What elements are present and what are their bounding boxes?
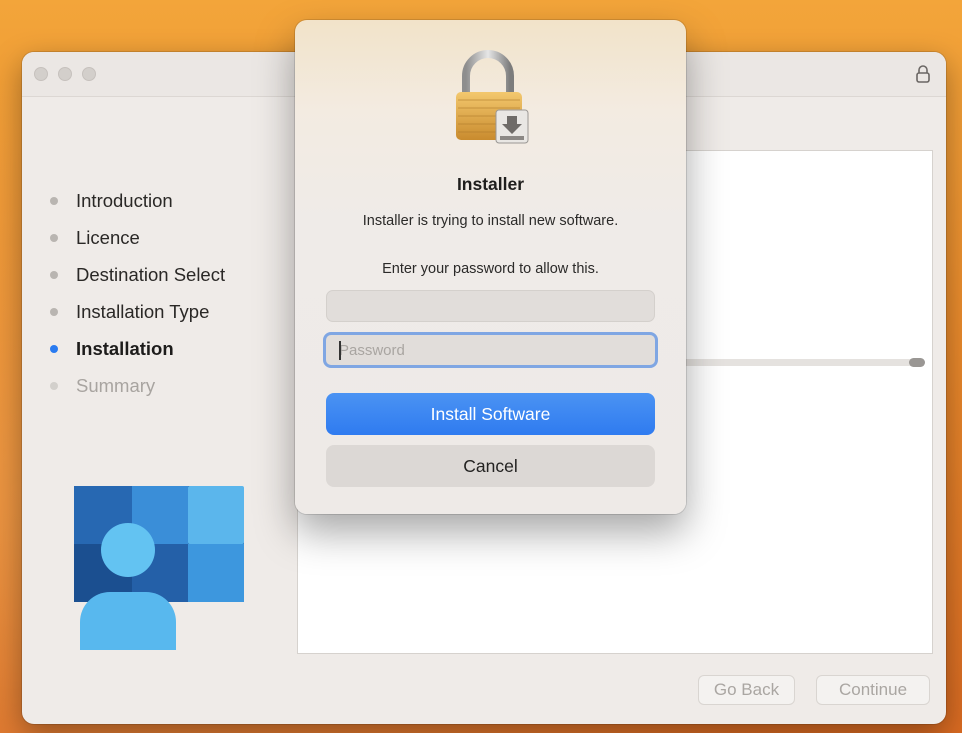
step-label: Installation: [76, 337, 174, 359]
step-installation-type: Installation Type: [50, 293, 290, 330]
authentication-dialog: Installer Installer is trying to install…: [295, 20, 686, 514]
step-label: Destination Select: [76, 263, 226, 285]
dialog-message: Installer is trying to install new softw…: [362, 213, 619, 229]
go-back-button[interactable]: Go Back: [698, 675, 795, 705]
step-summary: Summary: [50, 367, 290, 404]
step-dot: [50, 307, 58, 316]
progress-indicator: [909, 358, 925, 367]
step-dot-active: [50, 344, 58, 353]
zoom-window-button[interactable]: [82, 67, 96, 81]
step-label: Installation Type: [76, 300, 210, 322]
minimize-window-button[interactable]: [58, 67, 72, 81]
company-portal-logo: [74, 486, 244, 650]
step-label: Introduction: [76, 189, 173, 211]
installer-steps-list: Introduction Licence Destination Select …: [50, 182, 290, 404]
lock-icon: [916, 65, 930, 83]
text-cursor: [339, 341, 341, 360]
continue-button[interactable]: Continue: [816, 675, 930, 705]
padlock-installer-icon: [456, 50, 529, 144]
install-software-button[interactable]: Install Software: [326, 393, 655, 435]
step-licence: Licence: [50, 219, 290, 256]
password-field[interactable]: [323, 332, 658, 368]
step-dot: [50, 270, 58, 279]
step-dot: [50, 381, 58, 390]
step-dot: [50, 196, 58, 205]
step-introduction: Introduction: [50, 182, 290, 219]
dialog-prompt: Enter your password to allow this.: [382, 261, 599, 277]
username-field[interactable]: [326, 290, 655, 322]
step-destination-select: Destination Select: [50, 256, 290, 293]
step-installation: Installation: [50, 330, 290, 367]
close-window-button[interactable]: [34, 67, 48, 81]
step-label: Licence: [76, 226, 140, 248]
step-label: Summary: [76, 374, 156, 396]
cancel-button[interactable]: Cancel: [326, 445, 655, 487]
dialog-title: Installer: [456, 174, 525, 194]
step-dot: [50, 233, 58, 242]
